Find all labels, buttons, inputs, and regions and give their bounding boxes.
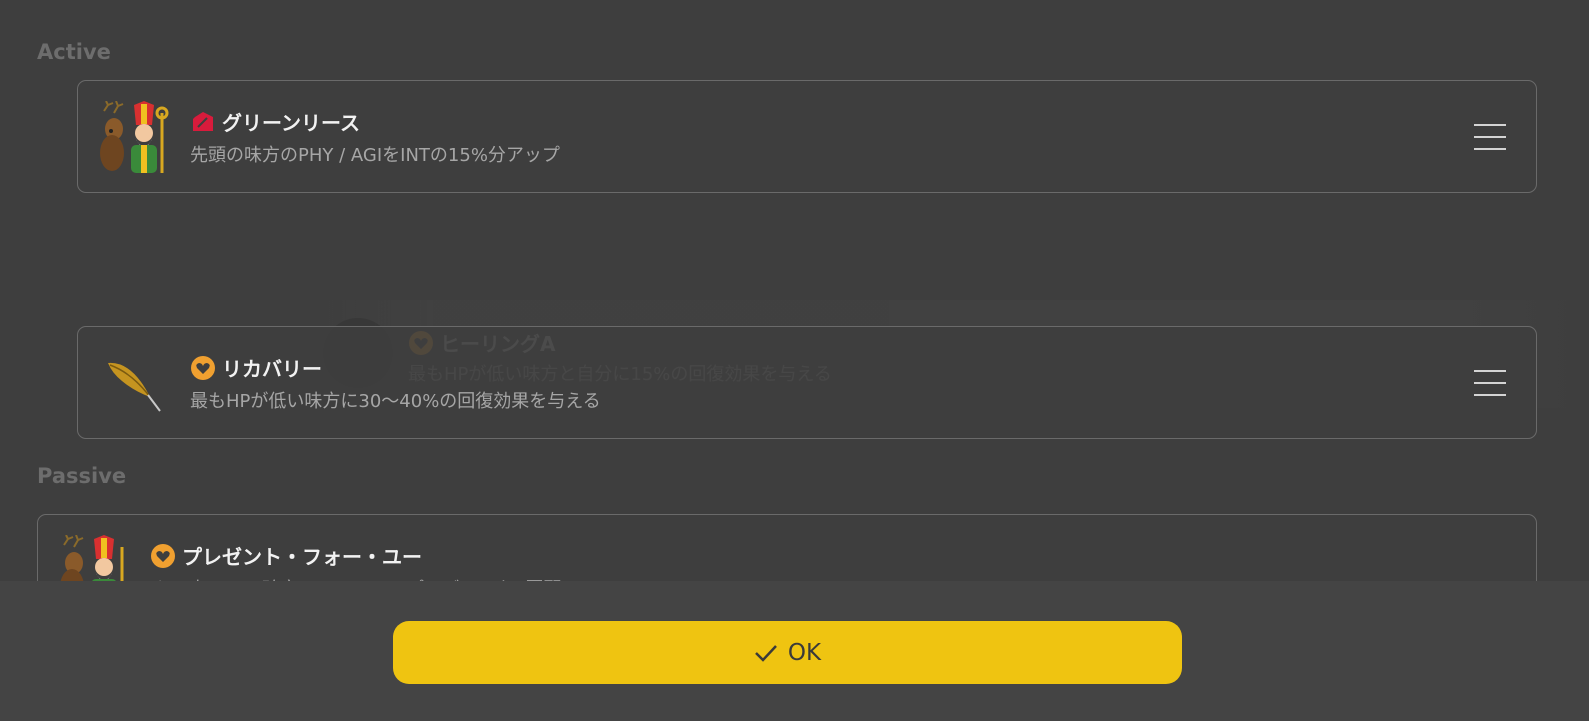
skill-title-row: グリーンリース — [190, 107, 360, 136]
skill-title-row: リカバリー — [190, 353, 322, 382]
red-diamond-icon — [190, 109, 216, 135]
active-skill-card[interactable]: グリーンリース 先頭の味方のPHY / AGIをINTの15%分アップ — [77, 80, 1537, 193]
active-skill-card[interactable]: リカバリー 最もHPが低い味方に30～40%の回復効果を与える — [77, 326, 1537, 439]
skill-order-screen: Active グリーンリース 先頭の味方のPHY / AGIをINTの15%分ア… — [0, 0, 1589, 721]
skill-description: 先頭の味方のPHY / AGIをINTの15%分アップ — [190, 145, 560, 166]
drag-handle-icon[interactable] — [1474, 369, 1506, 397]
santa-reindeer-icon — [100, 101, 169, 173]
skill-title: リカバリー — [222, 357, 322, 381]
checkmark-icon — [755, 644, 777, 662]
drag-handle-icon[interactable] — [1474, 123, 1506, 151]
orange-heart-icon — [150, 543, 176, 569]
skill-title-row: プレゼント・フォー・ユー — [150, 541, 422, 570]
feather-quill-icon — [108, 362, 161, 412]
skill-title: グリーンリース — [222, 111, 360, 135]
passive-section-label: Passive — [37, 464, 127, 488]
ok-button[interactable]: OK — [393, 621, 1182, 684]
active-section-label: Active — [37, 40, 111, 64]
footer-bar: OK — [0, 581, 1589, 721]
orange-heart-icon — [190, 355, 216, 381]
ok-button-label: OK — [787, 639, 822, 666]
skill-description: 最もHPが低い味方に30～40%の回復効果を与える — [190, 391, 601, 412]
skill-title: プレゼント・フォー・ユー — [182, 545, 422, 569]
